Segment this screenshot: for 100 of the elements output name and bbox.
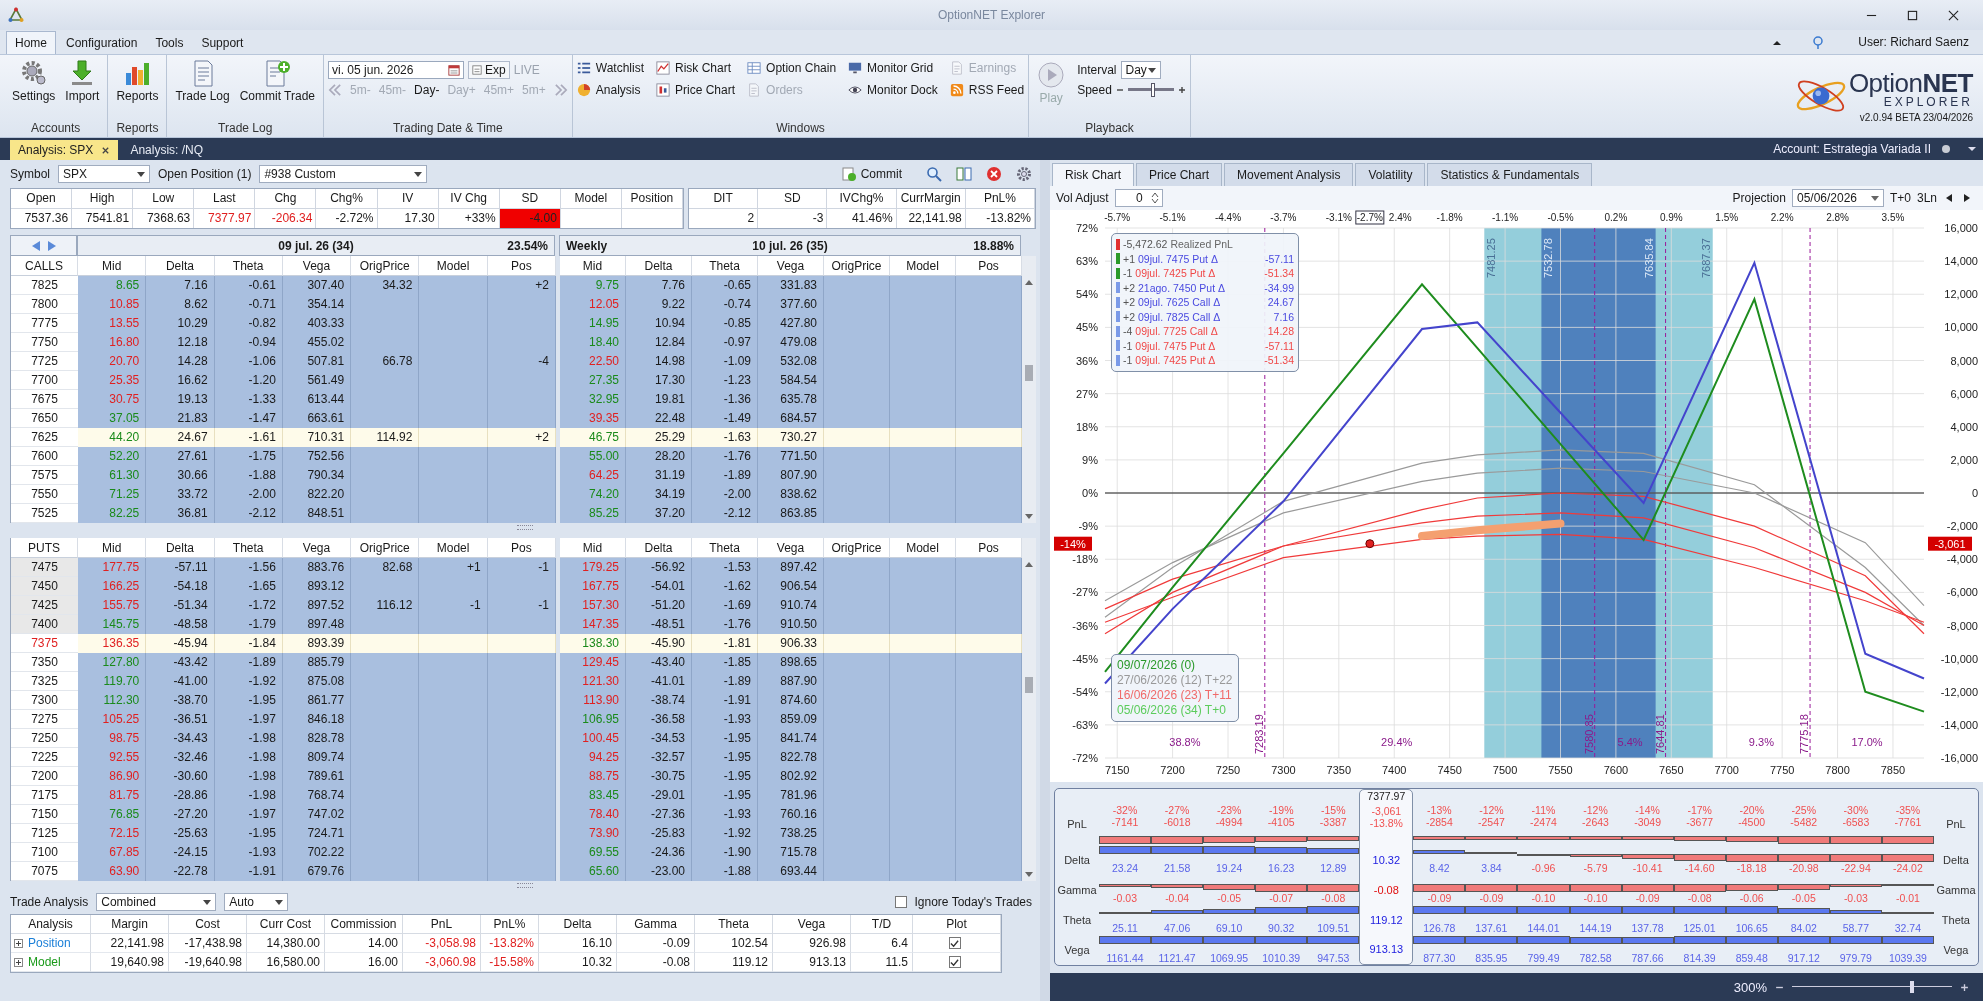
scroll-thumb[interactable] [1025, 365, 1033, 381]
scroll-up-icon[interactable] [1025, 562, 1033, 567]
chain-row[interactable]: 52.20 27.61 -1.75 752.56 [78, 447, 556, 466]
vol-adjust-spinner[interactable]: 0 [1114, 189, 1163, 207]
chain-row[interactable]: 155.75 -51.34 -1.72 897.52 116.12 -1 -1 [78, 596, 556, 615]
analysis-name[interactable]: Model [28, 953, 61, 971]
previous-icon[interactable] [1944, 193, 1954, 203]
close-icon[interactable] [101, 145, 111, 155]
chain-row[interactable]: 67.85 -24.15 -1.93 702.22 [78, 843, 556, 862]
checkbox[interactable] [894, 896, 907, 908]
chain-row[interactable]: 64.25 31.19 -1.89 807.90 [560, 466, 1022, 485]
chain-row[interactable]: 145.75 -48.58 -1.79 897.48 [78, 615, 556, 634]
spinner-arrows-icon[interactable] [1150, 192, 1159, 204]
chain-row[interactable]: 86.90 -30.60 -1.98 789.61 [78, 767, 556, 786]
columns-icon[interactable] [956, 166, 972, 182]
chain-row[interactable]: 8.65 7.16 -0.61 307.40 34.32 +2 [78, 276, 556, 295]
expand-icon[interactable] [14, 938, 23, 948]
chart-tab[interactable]: Movement Analysis [1224, 163, 1354, 186]
reports-button[interactable]: Reports [112, 57, 163, 105]
help-icon[interactable] [1812, 36, 1825, 50]
date-field[interactable]: vi. 05 jun. 2026 [328, 61, 465, 79]
window-button[interactable]: Watchlist [576, 61, 645, 75]
chain-row[interactable]: 46.75 25.29 -1.63 730.27 [560, 428, 1022, 447]
scrollbar[interactable] [1022, 256, 1036, 523]
chain-row[interactable]: 106.95 -36.58 -1.93 859.09 [560, 710, 1022, 729]
next-icon[interactable] [1962, 193, 1972, 203]
chain-row[interactable]: 138.30 -45.90 -1.81 906.33 [560, 634, 1022, 653]
trade-log-button[interactable]: Trade Log [171, 57, 234, 105]
projection-date-dropdown[interactable]: 05/06/2026 [1791, 189, 1884, 207]
chain-row[interactable]: 25.35 16.62 -1.20 561.49 [78, 371, 556, 390]
chain-row[interactable]: 37.05 21.83 -1.47 663.61 [78, 409, 556, 428]
chain-row[interactable]: 121.30 -41.01 -1.89 887.90 [560, 672, 1022, 691]
chain-row[interactable]: 71.25 33.72 -2.00 822.20 [78, 485, 556, 504]
window-button[interactable]: Monitor Grid [848, 61, 938, 75]
chain-row[interactable]: 119.70 -41.00 -1.92 875.08 [78, 672, 556, 691]
scroll-thumb[interactable] [1025, 677, 1033, 693]
chart-tab[interactable]: Statistics & Fundamentals [1427, 163, 1593, 186]
chain-row[interactable]: 100.45 -34.53 -1.95 841.74 [560, 729, 1022, 748]
slider-thumb[interactable] [1910, 981, 1914, 993]
menu-tab[interactable]: Configuration [58, 32, 146, 54]
chain-row[interactable]: 18.40 12.84 -0.97 479.08 [560, 333, 1022, 352]
chain-row[interactable]: 129.45 -43.40 -1.85 898.65 [560, 653, 1022, 672]
commit-trade-button[interactable]: Commit Trade [235, 57, 320, 105]
exp-button[interactable]: Exp [468, 61, 510, 79]
chain-row[interactable]: 20.70 14.28 -1.06 507.81 66.78 -4 [78, 352, 556, 371]
chain-row[interactable]: 166.25 -54.18 -1.65 893.12 [78, 577, 556, 596]
chain-row[interactable]: 39.35 22.48 -1.49 684.57 [560, 409, 1022, 428]
settings-button[interactable]: Settings [8, 57, 60, 105]
chart-tab[interactable]: Risk Chart [1052, 163, 1134, 186]
document-tab[interactable]: Analysis: SPX [10, 140, 119, 160]
commit-button[interactable]: Commit [841, 167, 902, 181]
chain-row[interactable]: 127.80 -43.42 -1.89 885.79 [78, 653, 556, 672]
chain-row[interactable]: 85.25 37.20 -2.12 863.85 [560, 504, 1022, 523]
chain-row[interactable]: 30.75 19.13 -1.33 613.44 [78, 390, 556, 409]
symbol-dropdown[interactable]: SPX [58, 165, 150, 183]
scroll-down-icon[interactable] [1025, 872, 1033, 877]
chain-row[interactable]: 65.60 -23.00 -1.88 693.44 [560, 862, 1022, 881]
calendar-icon[interactable] [448, 64, 461, 76]
chain-row[interactable]: 72.15 -25.63 -1.95 724.71 [78, 824, 556, 843]
minus-icon[interactable] [1115, 86, 1124, 94]
scroll-up-icon[interactable] [1025, 280, 1033, 285]
plus-icon[interactable] [1177, 86, 1186, 94]
mode-dropdown[interactable]: Combined [96, 893, 217, 911]
chain-row[interactable]: 27.35 17.30 -1.23 584.54 [560, 371, 1022, 390]
position-dropdown[interactable]: #938 Custom [259, 165, 428, 183]
chain-row[interactable]: 112.30 -38.70 -1.95 861.77 [78, 691, 556, 710]
chain-row[interactable]: 74.20 34.19 -2.00 838.62 [560, 485, 1022, 504]
chain-row[interactable]: 94.25 -32.57 -1.95 822.78 [560, 748, 1022, 767]
window-button[interactable]: Option Chain [747, 61, 837, 75]
checkbox[interactable] [948, 937, 961, 949]
chain-row[interactable]: 167.75 -54.01 -1.62 906.54 [560, 577, 1022, 596]
interval-dropdown[interactable]: Day [1120, 61, 1161, 79]
import-button[interactable]: Import [61, 57, 104, 105]
chain-row[interactable]: 92.55 -32.46 -1.98 809.74 [78, 748, 556, 767]
chain-row[interactable]: 88.75 -30.75 -1.95 802.92 [560, 767, 1022, 786]
search-icon[interactable] [926, 166, 942, 182]
window-button[interactable]: RSS Feed [949, 83, 1025, 97]
step-button[interactable]: Day- [414, 83, 440, 97]
chain-row[interactable]: 136.35 -45.94 -1.84 893.39 [78, 634, 556, 653]
chain-row[interactable]: 147.35 -48.51 -1.76 910.50 [560, 615, 1022, 634]
chain-row[interactable]: 10.85 8.62 -0.71 354.14 [78, 295, 556, 314]
chain-row[interactable]: 9.75 7.76 -0.65 331.83 [560, 276, 1022, 295]
analysis-name[interactable]: Position [28, 934, 71, 952]
close-icon[interactable] [1948, 9, 1959, 21]
scale-dropdown[interactable]: Auto [224, 893, 289, 911]
chain-row[interactable]: 44.20 24.67 -1.61 710.31 114.92 +2 [78, 428, 556, 447]
chain-row[interactable]: 179.25 -56.92 -1.53 897.42 [560, 558, 1022, 577]
chain-row[interactable]: 16.80 12.18 -0.94 455.02 [78, 333, 556, 352]
caret-icon[interactable] [1967, 144, 1977, 154]
checkbox[interactable] [948, 956, 961, 968]
window-button[interactable]: Monitor Dock [848, 83, 938, 97]
chain-row[interactable]: 55.00 28.20 -1.76 771.50 [560, 447, 1022, 466]
window-button[interactable]: Risk Chart [656, 61, 736, 75]
chart-tab[interactable]: Volatility [1355, 163, 1426, 186]
chain-row[interactable]: 73.90 -25.83 -1.92 738.25 [560, 824, 1022, 843]
chain-row[interactable]: 63.90 -22.78 -1.91 679.76 [78, 862, 556, 881]
scroll-down-icon[interactable] [1025, 514, 1033, 519]
menu-tab[interactable]: Tools [147, 32, 192, 54]
slider-thumb[interactable] [1151, 83, 1156, 97]
chain-row[interactable]: 157.30 -51.20 -1.69 910.74 [560, 596, 1022, 615]
